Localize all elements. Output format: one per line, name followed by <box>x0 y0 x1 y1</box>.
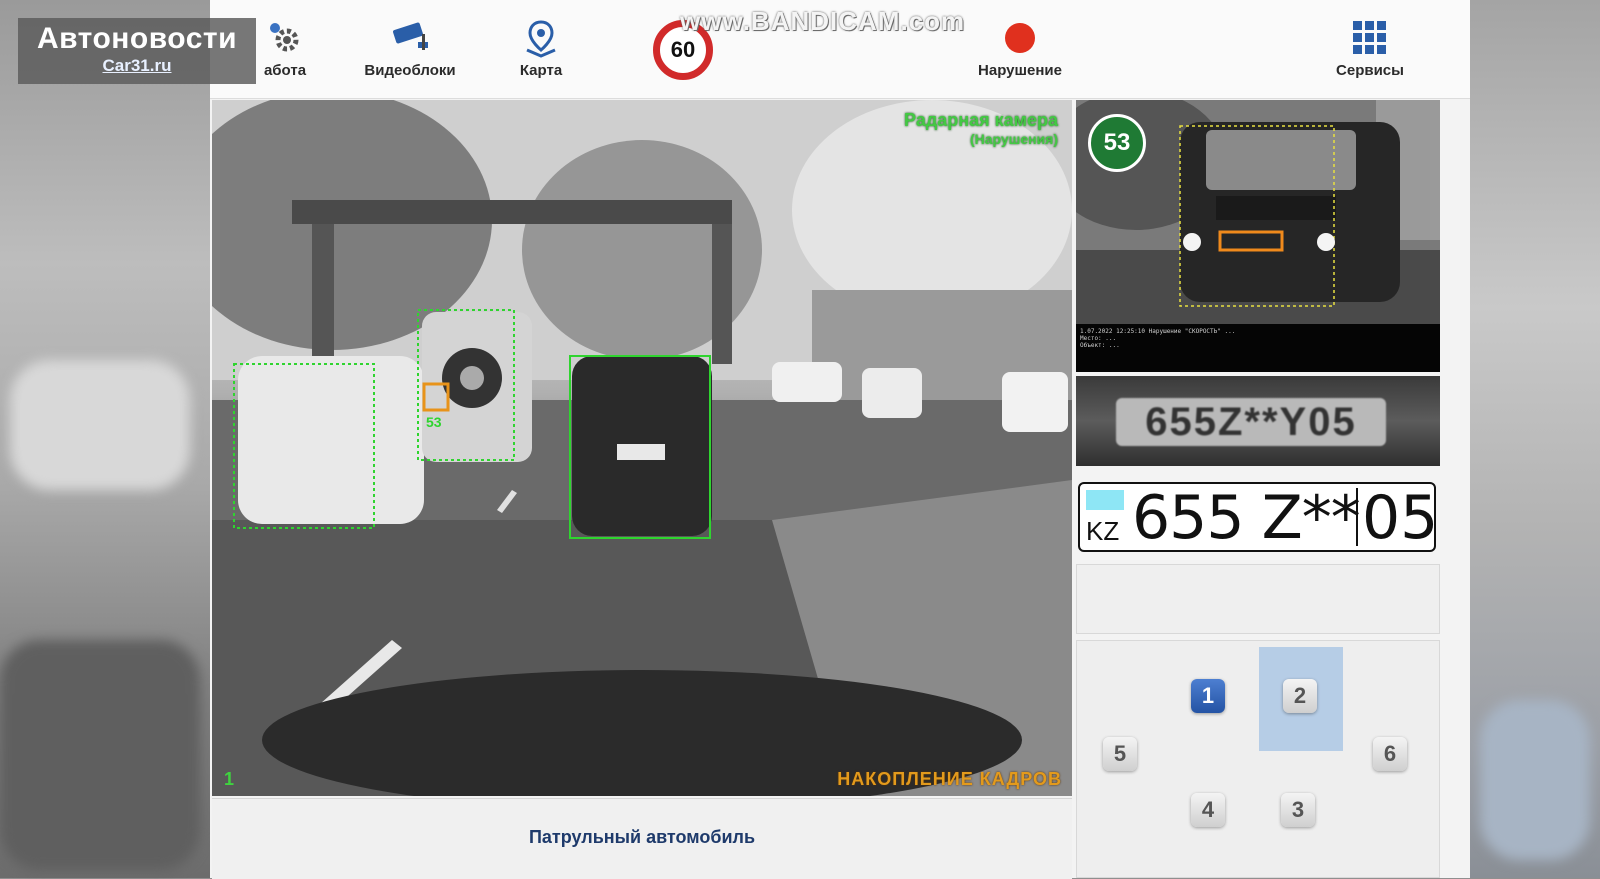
nav-services-label: Сервисы <box>1336 62 1404 79</box>
background-left <box>0 0 210 878</box>
nav-map-label: Карта <box>519 62 563 79</box>
camera-selector: 1 2 5 6 4 3 <box>1076 640 1440 878</box>
top-nav: абота Видеоблоки Карта 60 Нарушение Серв… <box>210 0 1470 99</box>
flag-icon <box>1086 490 1124 510</box>
grid-menu-icon <box>1325 18 1415 58</box>
tracked-speed-label: 53 <box>426 414 442 430</box>
metadata-line: Место: ... <box>1080 335 1117 342</box>
site-logo-overlay: Автоновости Car31.ru <box>18 18 256 84</box>
camera-button-5[interactable]: 5 <box>1103 737 1137 771</box>
app-window: абота Видеоблоки Карта 60 Нарушение Серв… <box>210 0 1470 879</box>
camera-button-4[interactable]: 4 <box>1191 793 1225 827</box>
nav-services[interactable]: Сервисы <box>1325 18 1415 79</box>
nav-work-label: абота <box>263 62 307 79</box>
violation-snapshot[interactable]: 53 1.07.2022 12:25:10 Нарушение "СКОРОСТ… <box>1076 100 1440 372</box>
camera-title-main: Радарная камера <box>904 110 1058 130</box>
nav-map[interactable]: Карта <box>506 18 576 79</box>
camera-button-1[interactable]: 1 <box>1191 679 1225 713</box>
background-right <box>1470 0 1600 878</box>
metadata-line: Объект: ... <box>1080 342 1120 349</box>
plate-number: 655 Z** <box>1132 483 1361 553</box>
camera-caption-bar: Патрульный автомобиль <box>212 798 1072 879</box>
plate-country: KZ <box>1086 516 1120 546</box>
plate-region: 05 <box>1362 483 1439 553</box>
camera-title: Радарная камера (Нарушения) <box>904 110 1058 147</box>
plate-crop-image: 655Z**Y05 <box>1076 376 1440 466</box>
camera-button-3[interactable]: 3 <box>1281 793 1315 827</box>
gear-icon <box>250 18 320 58</box>
camera-title-sub: (Нарушения) <box>969 131 1058 147</box>
camera-status: НАКОПЛЕНИЕ КАДРОВ <box>837 769 1062 789</box>
nav-work[interactable]: абота <box>250 18 320 79</box>
camera-index: 1 <box>224 769 235 789</box>
camera-caption: Патрульный автомобиль <box>528 827 756 847</box>
recorder-watermark: www.BANDICAM.com <box>680 6 966 36</box>
plate-divider <box>1356 488 1358 546</box>
plate-crop-text: 655Z**Y05 <box>1116 398 1386 446</box>
site-logo-title: Автоновости <box>36 22 238 55</box>
cctv-camera-icon <box>355 18 465 58</box>
camera-button-2[interactable]: 2 <box>1283 679 1317 713</box>
nav-violation-label: Нарушение <box>978 62 1062 79</box>
site-logo-link[interactable]: Car31.ru <box>18 56 256 76</box>
recognized-plate: KZ 655 Z** 05 <box>1078 482 1439 553</box>
nav-videoblocks-label: Видеоблоки <box>364 62 456 79</box>
snapshot-metadata: 1.07.2022 12:25:10 Нарушение "СКОРОСТЬ" … <box>1076 324 1440 372</box>
camera-button-6[interactable]: 6 <box>1373 737 1407 771</box>
nav-videoblocks[interactable]: Видеоблоки <box>355 18 465 79</box>
info-panel <box>1076 564 1440 634</box>
metadata-line: 1.07.2022 12:25:10 Нарушение "СКОРОСТЬ" … <box>1080 328 1236 335</box>
measured-speed-badge: 53 <box>1088 114 1146 172</box>
main-camera-view[interactable]: 53 Радарная камера (Нарушения) 1 НАКОПЛЕ… <box>212 100 1072 796</box>
nav-violation[interactable]: Нарушение <box>970 18 1070 79</box>
camera-scene <box>212 100 1072 796</box>
map-pin-icon <box>506 18 576 58</box>
record-dot-icon <box>1005 23 1035 53</box>
